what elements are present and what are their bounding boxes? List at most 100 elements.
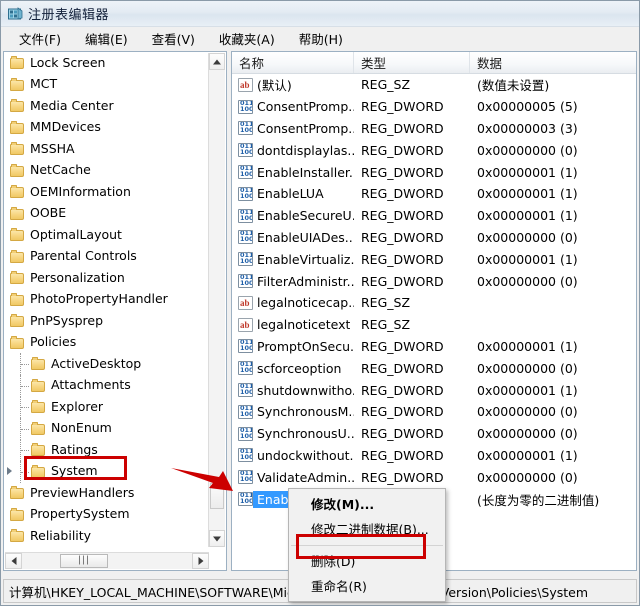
binary-value-icon (238, 208, 253, 223)
tree-item-optimallayout[interactable]: OptimalLayout (4, 224, 208, 246)
value-data: 0x00000000 (0) (477, 229, 578, 245)
table-row[interactable]: legalnoticecap... REG_SZ (232, 292, 636, 314)
tree-item-propertysystem[interactable]: PropertySystem (4, 504, 208, 526)
tree-item-label: MSSHA (30, 140, 75, 156)
tree-item-system[interactable]: System (4, 460, 208, 483)
tree-item-personalization[interactable]: Personalization (4, 267, 208, 289)
table-row[interactable]: ValidateAdmin... REG_DWORD 0x00000000 (0) (232, 466, 636, 488)
table-row[interactable]: shutdownwitho... REG_DWORD 0x00000001 (1) (232, 379, 636, 401)
value-data-cell: 0x00000000 (0) (470, 143, 636, 158)
context-menu-item-rename[interactable]: 重命名(R) (289, 574, 445, 599)
context-menu-item-modify[interactable]: 修改(M)... (289, 492, 445, 517)
tree-scroll-down-button[interactable] (209, 530, 225, 547)
value-data: 0x00000000 (0) (477, 273, 578, 289)
value-data-cell: 0x00000001 (1) (470, 383, 636, 398)
table-row[interactable]: PromptOnSecu... REG_DWORD 0x00000001 (1) (232, 336, 636, 358)
table-row[interactable]: SynchronousU... REG_DWORD 0x00000000 (0) (232, 423, 636, 445)
title-bar: 注册表编辑器 (1, 1, 639, 27)
value-name: EnableVirtualiz... (257, 251, 354, 267)
menu-edit[interactable]: 编辑(E) (75, 27, 138, 50)
value-name: shutdownwitho... (257, 382, 354, 398)
tree-scroll-up-button[interactable] (209, 53, 225, 70)
table-row[interactable]: dontdisplaylas... REG_DWORD 0x00000000 (0) (232, 139, 636, 161)
value-type: REG_DWORD (361, 251, 444, 267)
registry-tree-list: Lock Screen MCT Media Center MMDevices MSSHA… (4, 52, 208, 547)
tree-item-label: Attachments (51, 377, 131, 392)
folder-icon (10, 56, 26, 70)
tree-horizontal-scroll-thumb[interactable]: ||| (60, 554, 108, 568)
column-header-data[interactable]: 数据 (470, 52, 636, 73)
menu-help[interactable]: 帮助(H) (289, 27, 353, 50)
tree-item-explorer[interactable]: Explorer (4, 396, 208, 418)
folder-icon (10, 99, 26, 113)
value-name-cell: FilterAdministr... (232, 274, 354, 289)
tree-vertical-scroll-thumb[interactable] (210, 483, 224, 509)
tree-item-mct[interactable]: MCT (4, 74, 208, 96)
tree-item-policies[interactable]: Policies (4, 332, 208, 354)
binary-value-icon (238, 448, 253, 463)
table-row[interactable]: legalnoticetext REG_SZ (232, 314, 636, 336)
table-row[interactable]: ConsentPromp... REG_DWORD 0x00000005 (5) (232, 96, 636, 118)
tree-item-reliability[interactable]: Reliability (4, 525, 208, 547)
table-row[interactable]: ConsentPromp... REG_DWORD 0x00000003 (3) (232, 118, 636, 140)
context-menu-item-delete[interactable]: 删除(D) (289, 549, 445, 574)
tree-item-attachments[interactable]: Attachments (4, 374, 208, 397)
tree-item-previewhandlers[interactable]: PreviewHandlers (4, 482, 208, 504)
menu-favorites[interactable]: 收藏夹(A) (209, 27, 285, 50)
tree-item-mmdevices[interactable]: MMDevices (4, 117, 208, 139)
tree-item-label: PhotoPropertyHandler (30, 291, 168, 306)
tree-item-nonenum[interactable]: NonEnum (4, 417, 208, 440)
value-data: 0x00000000 (0) (477, 426, 578, 442)
tree-item-ratings[interactable]: Ratings (4, 439, 208, 461)
tree-item-pnpsysprep[interactable]: PnPSysprep (4, 310, 208, 332)
table-row[interactable]: undockwithout... REG_DWORD 0x00000001 (1) (232, 445, 636, 467)
menu-file[interactable]: 文件(F) (9, 27, 71, 50)
value-type: REG_DWORD (361, 208, 444, 224)
tree-scroll-right-button[interactable] (192, 553, 209, 569)
value-type: REG_DWORD (361, 273, 444, 289)
tree-item-mssha[interactable]: MSSHA (4, 138, 208, 160)
value-data: 0x00000001 (1) (477, 251, 578, 267)
table-row[interactable]: EnableVirtualiz... REG_DWORD 0x00000001 (1… (232, 248, 636, 270)
tree-item-oobe[interactable]: OOBE (4, 203, 208, 225)
menu-view[interactable]: 查看(V) (142, 27, 205, 50)
tree-item-netcache[interactable]: NetCache (4, 160, 208, 182)
tree-item-lock-screen[interactable]: Lock Screen (4, 52, 208, 74)
tree-expander-icon[interactable] (7, 466, 12, 475)
tree-item-media-center[interactable]: Media Center (4, 95, 208, 117)
tree-item-photopropertyhandler[interactable]: PhotoPropertyHandler (4, 289, 208, 311)
context-menu[interactable]: 修改(M)... 修改二进制数据(B)... 删除(D) 重命名(R) (288, 488, 446, 602)
value-name-cell: shutdownwitho... (232, 383, 354, 398)
column-header-type[interactable]: 类型 (354, 52, 470, 73)
binary-value-icon (238, 492, 253, 507)
tree-scroll-left-button[interactable] (5, 553, 22, 569)
value-type-cell: REG_DWORD (354, 404, 470, 419)
value-type-cell: REG_DWORD (354, 143, 470, 158)
tree-item-oeminformation[interactable]: OEMInformation (4, 181, 208, 203)
binary-value-icon (238, 361, 253, 376)
table-row[interactable]: scforceoption REG_DWORD 0x00000000 (0) (232, 357, 636, 379)
table-row[interactable]: SynchronousM... REG_DWORD 0x00000000 (0) (232, 401, 636, 423)
column-header-name[interactable]: 名称 (232, 52, 354, 73)
tree-horizontal-scrollbar[interactable]: ||| (5, 552, 209, 569)
value-type-cell: REG_DWORD (354, 383, 470, 398)
tree-item-activedesktop[interactable]: ActiveDesktop (4, 353, 208, 375)
context-menu-item-modify-binary[interactable]: 修改二进制数据(B)... (289, 517, 445, 542)
folder-icon (31, 357, 47, 371)
tree-vertical-scrollbar[interactable] (208, 53, 225, 547)
value-type: REG_DWORD (361, 142, 444, 158)
tree-item-parental-controls[interactable]: Parental Controls (4, 246, 208, 268)
table-row[interactable]: EnableSecureU... REG_DWORD 0x00000001 (1) (232, 205, 636, 227)
table-row[interactable]: EnableLUA REG_DWORD 0x00000001 (1) (232, 183, 636, 205)
value-name: (默认) (257, 78, 292, 94)
tree-item-renamefiles[interactable]: RenameFiles (4, 547, 208, 548)
value-name-cell: (默认) (232, 75, 354, 94)
table-row[interactable]: EnableInstaller... REG_DWORD 0x00000001 (1… (232, 161, 636, 183)
registry-tree-pane[interactable]: Lock Screen MCT Media Center MMDevices MSSHA… (3, 51, 227, 571)
folder-icon (10, 249, 26, 263)
value-name: dontdisplaylas... (257, 142, 354, 158)
table-row[interactable]: (默认) REG_SZ (数值未设置) (232, 74, 636, 96)
table-row[interactable]: EnableUIADes... REG_DWORD 0x00000000 (0) (232, 227, 636, 249)
tree-item-label: OEMInformation (30, 183, 131, 199)
table-row[interactable]: FilterAdministr... REG_DWORD 0x00000000 (0… (232, 270, 636, 292)
